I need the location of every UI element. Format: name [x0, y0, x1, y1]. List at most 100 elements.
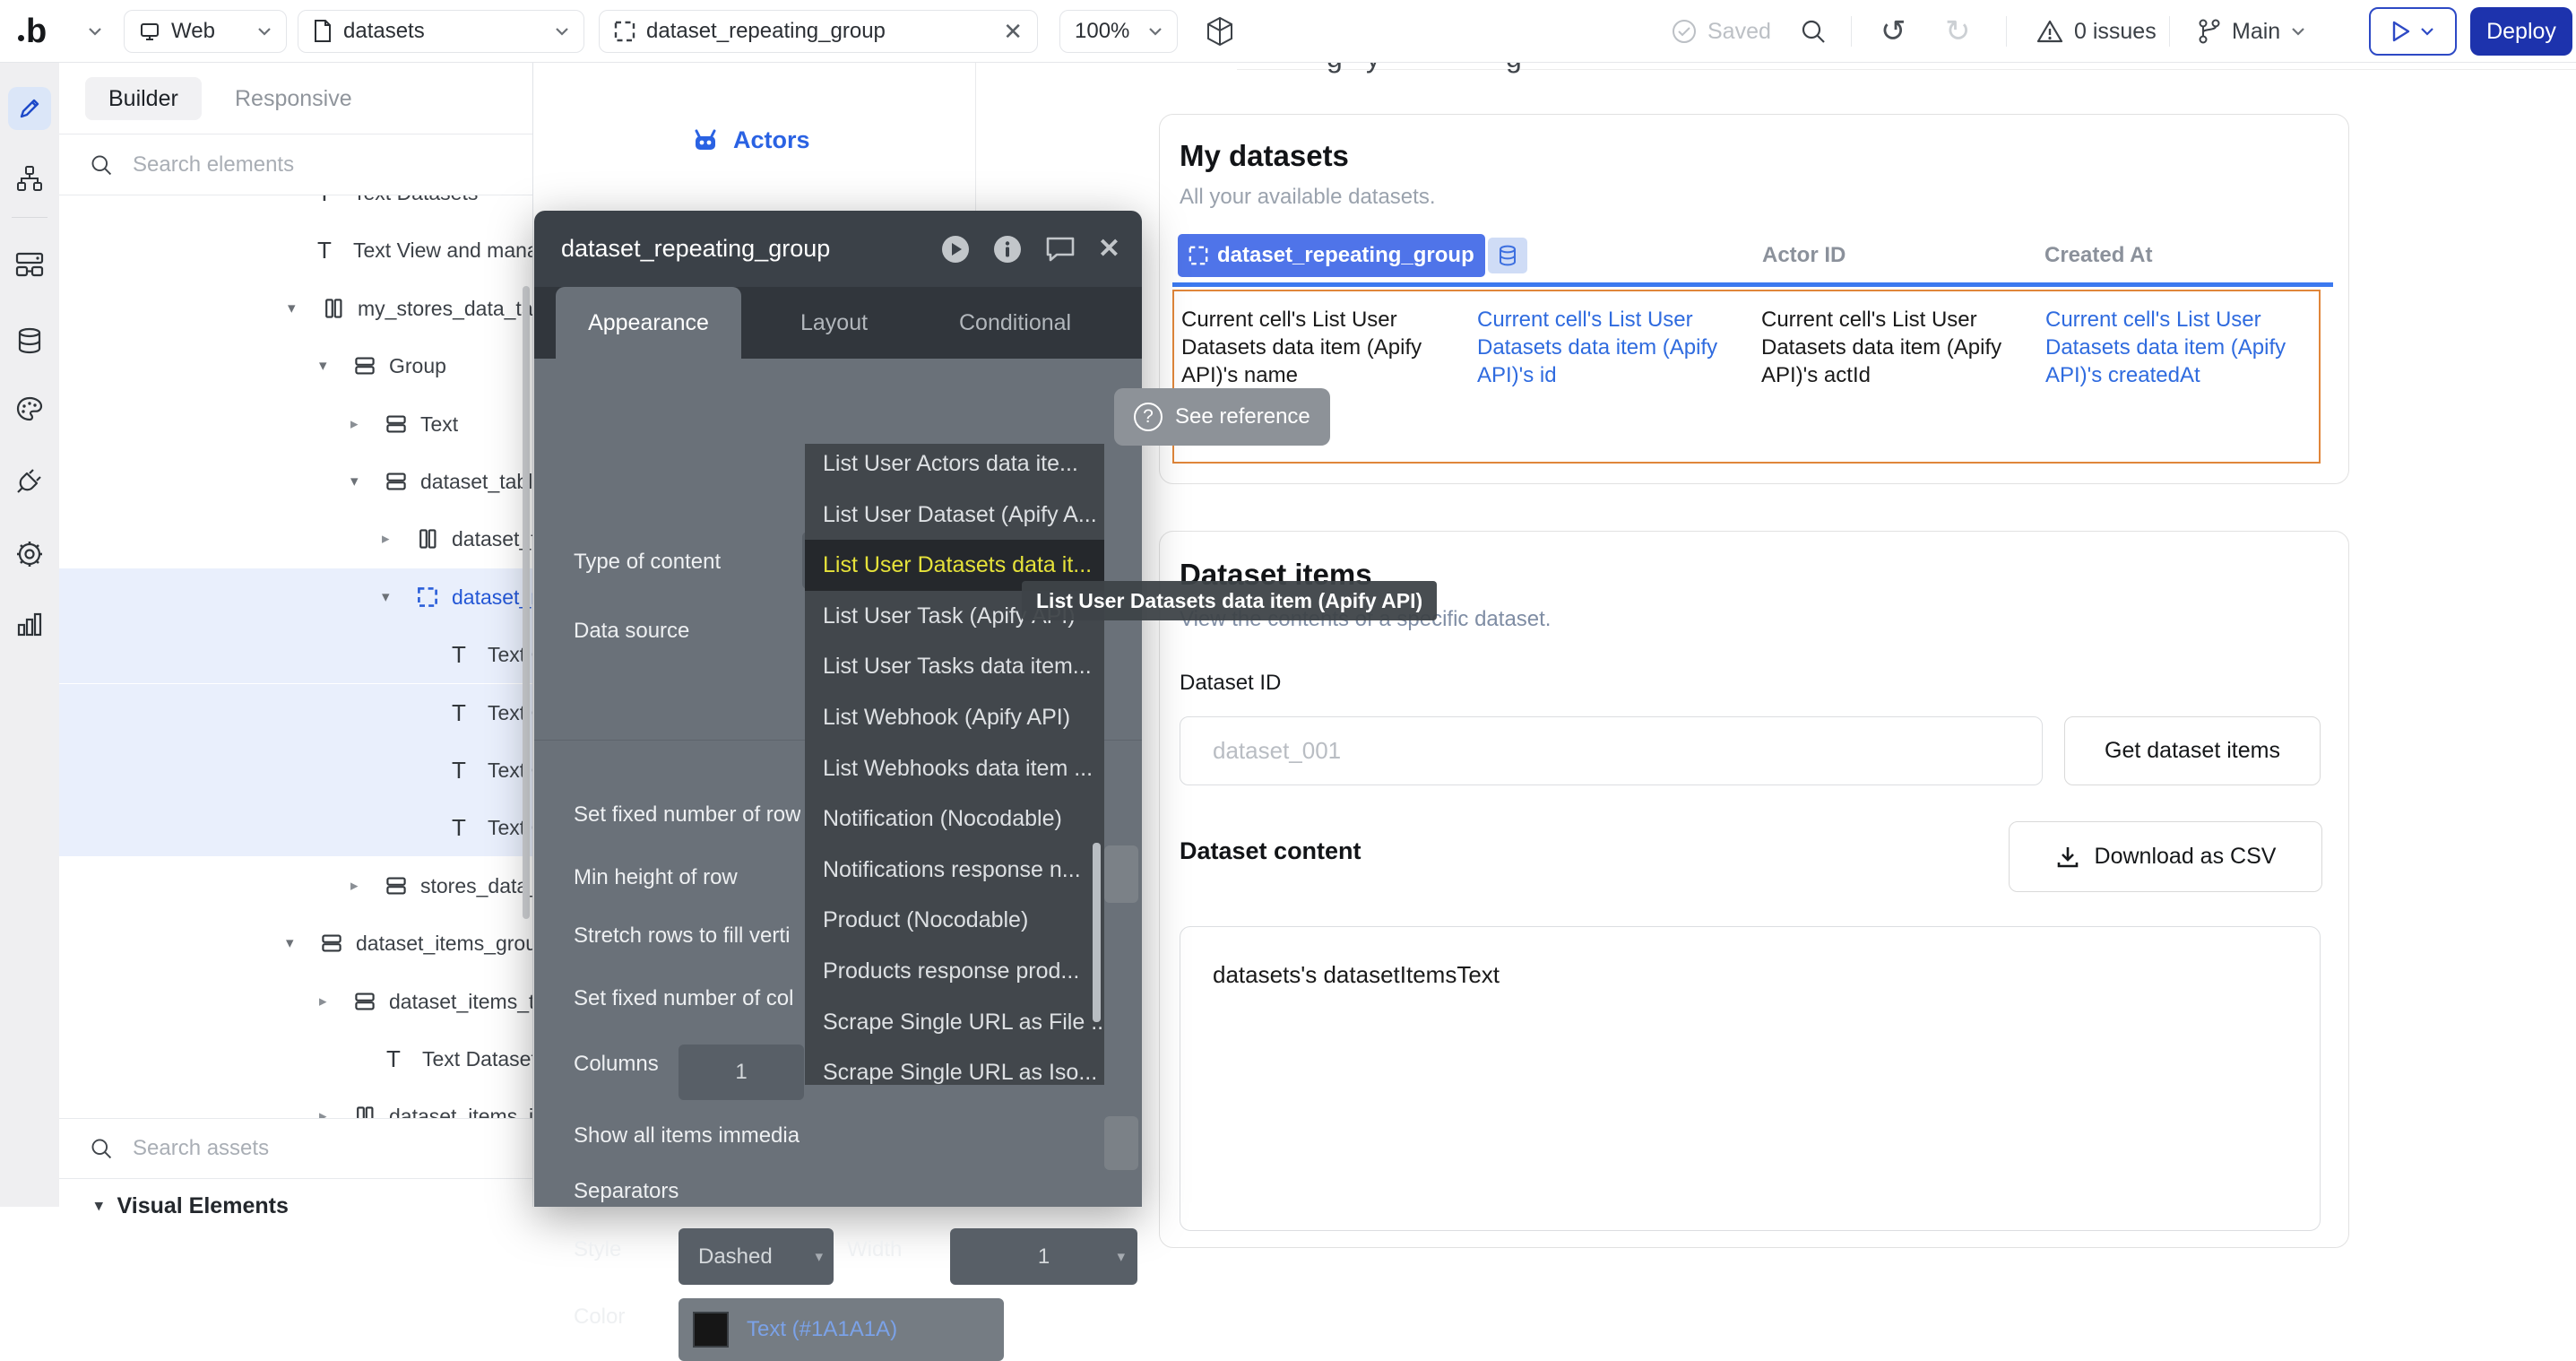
- chevron-down-icon[interactable]: ▾: [350, 472, 385, 490]
- chevron-down-icon[interactable]: ▾: [288, 299, 322, 317]
- chart-icon[interactable]: [0, 611, 59, 637]
- chevron-down-icon[interactable]: ▾: [286, 934, 320, 952]
- tree-item-text-cu[interactable]: T Text Cu...: [59, 684, 532, 741]
- tree-item-dataset-table[interactable]: ▾ dataset_table...: [59, 453, 532, 510]
- dropdown-option[interactable]: Notifications response n...: [805, 845, 1104, 896]
- data-source-chip[interactable]: [1488, 238, 1527, 273]
- gear-icon[interactable]: [0, 540, 59, 568]
- dropdown-option[interactable]: List User Tasks data item...: [805, 641, 1104, 692]
- tab-layout[interactable]: Layout: [800, 287, 868, 359]
- tree-item-group[interactable]: ▾ Group: [59, 337, 532, 394]
- dropdown-option[interactable]: Scrape Single URL as Iso...: [805, 1047, 1104, 1085]
- info-icon[interactable]: [992, 234, 1023, 264]
- dropdown-option[interactable]: Notification (Nocodable): [805, 793, 1104, 845]
- tree-item-stores-data-b[interactable]: ▸ stores_data_b...: [59, 857, 532, 915]
- tree-item-text[interactable]: ▸ Text: [59, 395, 532, 453]
- close-tab-icon[interactable]: ✕: [1003, 18, 1023, 46]
- dropdown-scrollbar[interactable]: [1093, 843, 1101, 1022]
- style-select[interactable]: Dashed ▾: [679, 1228, 834, 1285]
- tree-item-dataset-items-title[interactable]: ▸ dataset_items_title: [59, 973, 532, 1030]
- chevron-down-icon[interactable]: ▾: [319, 357, 353, 375]
- search-assets-input[interactable]: Search assets: [59, 1118, 532, 1179]
- tree-item-text-cu[interactable]: T Text Cu...: [59, 741, 532, 799]
- tree-item-dataset-ta[interactable]: ▸ dataset_ta...: [59, 510, 532, 568]
- columns-select[interactable]: 1: [679, 1045, 804, 1100]
- tab-appearance[interactable]: Appearance: [556, 287, 741, 359]
- repeating-group-cell[interactable]: Current cell's List User Datasets data i…: [1761, 306, 2012, 389]
- preview-button[interactable]: [2369, 7, 2457, 56]
- tree-item-text-datasets[interactable]: T Text Datasets: [59, 195, 532, 221]
- dataset-content-box[interactable]: datasets's datasetItemsText: [1180, 926, 2321, 1231]
- zoom-select[interactable]: 100%: [1059, 10, 1178, 53]
- width-select[interactable]: 1 ▾: [950, 1228, 1137, 1285]
- tree-item-text-dataset-id[interactable]: T Text Dataset ID: [59, 1030, 532, 1088]
- undo-icon[interactable]: ↺: [1880, 0, 1906, 63]
- dropdown-option[interactable]: List Webhook (Apify API): [805, 692, 1104, 743]
- element-tab-label: dataset_repeating_group: [646, 19, 886, 44]
- tree-item-text-cu[interactable]: T Text Cu...: [59, 626, 532, 683]
- repeating-group-cell[interactable]: Current cell's List User Datasets data i…: [1181, 306, 1477, 389]
- branch-select[interactable]: Main: [2198, 0, 2305, 63]
- pencil-icon[interactable]: [0, 95, 59, 122]
- repeating-group-icon: [614, 21, 635, 42]
- tree-scrollbar[interactable]: [523, 286, 530, 919]
- tree-item-dataset-items-in[interactable]: ▸ dataset_items_in...: [59, 1088, 532, 1118]
- min-height-input[interactable]: [1104, 845, 1138, 903]
- chevron-right-icon[interactable]: ▸: [350, 877, 385, 895]
- sitemap-icon[interactable]: [0, 164, 59, 193]
- dropdown-option[interactable]: Product (Nocodable): [805, 895, 1104, 946]
- palette-icon[interactable]: [0, 395, 59, 422]
- app-logo[interactable]: b: [18, 0, 47, 63]
- chevron-right-icon[interactable]: ▸: [319, 993, 353, 1010]
- deploy-button[interactable]: Deploy: [2470, 7, 2572, 56]
- tree-item-text-cu[interactable]: T Text Cu...: [59, 799, 532, 856]
- comment-icon[interactable]: [1044, 235, 1076, 264]
- chevron-right-icon[interactable]: ▸: [382, 530, 416, 548]
- color-picker[interactable]: Text (#1A1A1A): [679, 1298, 1004, 1361]
- repeating-group-cell[interactable]: Current cell's List User Datasets data i…: [2045, 306, 2332, 389]
- tree-item-my-stores-data-table[interactable]: ▾ my_stores_data_table: [59, 280, 532, 337]
- dropdown-option[interactable]: Scrape Single URL as File ...: [805, 997, 1104, 1048]
- tab-responsive[interactable]: Responsive: [235, 77, 352, 120]
- repeating-group-cell[interactable]: Current cell's List User Datasets data i…: [1477, 306, 1737, 389]
- tree-item-dataset-re[interactable]: ▾ dataset_re...: [59, 568, 532, 626]
- page-select[interactable]: datasets: [298, 10, 584, 53]
- chevron-right-icon[interactable]: ▸: [350, 415, 385, 433]
- group-element-icon: [353, 355, 389, 377]
- search-elements-input[interactable]: Search elements: [59, 134, 532, 195]
- tree-item-dataset-items-group[interactable]: ▾ dataset_items_group: [59, 915, 532, 972]
- component-cube-icon[interactable]: [1206, 0, 1234, 63]
- nav-item-actors[interactable]: Actors: [690, 126, 810, 154]
- platform-select[interactable]: Web: [124, 10, 287, 53]
- download-csv-button[interactable]: Download as CSV: [2009, 821, 2322, 892]
- chevron-down-icon[interactable]: ▾: [382, 588, 416, 606]
- element-tab[interactable]: dataset_repeating_group ✕: [599, 10, 1038, 53]
- preview-element-icon[interactable]: [940, 234, 971, 264]
- logo-menu-chevron[interactable]: [88, 0, 102, 63]
- close-panel-icon[interactable]: ✕: [1098, 233, 1120, 264]
- repeating-group-outline[interactable]: Current cell's List User Datasets data i…: [1172, 290, 2321, 464]
- redo-icon[interactable]: ↻: [1945, 0, 1971, 63]
- tab-conditional[interactable]: Conditional: [959, 287, 1071, 359]
- search-icon[interactable]: [1800, 0, 1827, 63]
- dropdown-option[interactable]: List User Actors data ite...: [805, 444, 1104, 490]
- chevron-right-icon[interactable]: ▸: [319, 1107, 353, 1118]
- dataset-id-input[interactable]: dataset_001: [1180, 716, 2043, 785]
- tab-builder[interactable]: Builder: [85, 77, 202, 120]
- widgets-icon[interactable]: [0, 251, 59, 278]
- data-source-label: Data source: [574, 619, 689, 644]
- dropdown-option[interactable]: Products response prod...: [805, 946, 1104, 997]
- show-all-items-checkbox[interactable]: [1104, 1116, 1138, 1170]
- selected-element-badge[interactable]: dataset_repeating_group: [1178, 234, 1485, 277]
- get-dataset-items-button[interactable]: Get dataset items: [2064, 716, 2321, 785]
- panel-header[interactable]: dataset_repeating_group ✕: [534, 211, 1142, 287]
- visual-elements-section[interactable]: ▾ Visual Elements: [59, 1179, 532, 1233]
- dropdown-option[interactable]: List User Dataset (Apify A...: [805, 490, 1104, 541]
- database-icon[interactable]: [0, 326, 59, 355]
- see-reference-button[interactable]: ? See reference: [1114, 388, 1330, 446]
- plug-icon[interactable]: [0, 468, 59, 495]
- tree-item-text-view-and-mana[interactable]: T Text View and mana...: [59, 221, 532, 279]
- dropdown-option[interactable]: List Webhooks data item ...: [805, 743, 1104, 794]
- column-header: Actor ID: [1762, 243, 1846, 268]
- issues-indicator[interactable]: 0 issues: [2036, 0, 2157, 63]
